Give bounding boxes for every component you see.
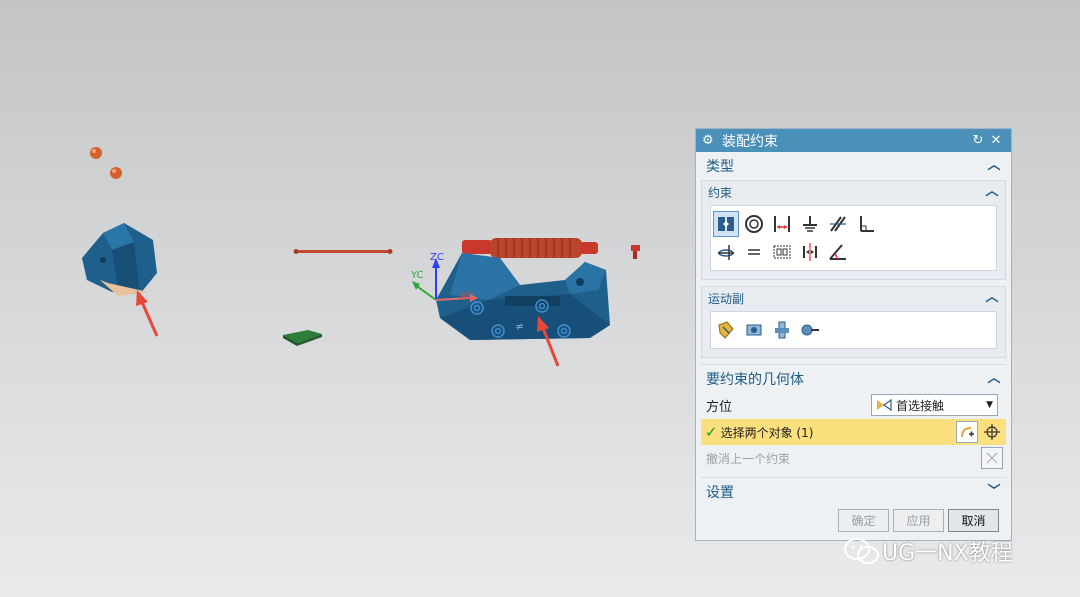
checkmark-icon: ✓ — [705, 423, 718, 441]
constraint-type-palette — [710, 205, 997, 271]
undo-last-row: 撤消上一个约束 — [696, 445, 1011, 471]
type-section-label: 类型 — [706, 159, 734, 175]
parallel-icon[interactable] — [825, 211, 851, 237]
dropdown-arrow-icon[interactable]: ▼ — [986, 400, 993, 410]
undo-constraint-icon[interactable] — [981, 447, 1003, 469]
ball-part-2[interactable] — [110, 167, 122, 179]
close-icon[interactable]: ✕ — [987, 133, 1005, 148]
select-objects-row[interactable]: ✓ 选择两个对象 (1) — [701, 419, 1006, 445]
angle-icon[interactable] — [825, 239, 851, 265]
orientation-select[interactable]: 首选接触 ▼ — [871, 394, 998, 416]
wechat-logo-icon — [844, 538, 879, 564]
bond-icon[interactable] — [741, 239, 767, 265]
triad-zc-label: ZC — [430, 252, 444, 263]
chevron-down-icon[interactable]: ﹀ — [987, 485, 1001, 499]
vise-body-part[interactable]: ≠ — [436, 238, 610, 340]
motion-joint-palette — [710, 311, 997, 349]
touch-align-icon[interactable] — [713, 211, 739, 237]
rod-part[interactable] — [293, 249, 393, 254]
joint-ball-icon[interactable] — [797, 317, 823, 343]
distance-icon[interactable] — [769, 211, 795, 237]
geometry-section-header[interactable]: 要约束的几何体 ︿ — [696, 365, 1011, 393]
geometry-section-label: 要约束的几何体 — [706, 372, 804, 388]
constraint-subgroup-label: 约束 — [708, 185, 733, 200]
watermark-text: UG一NX教程 — [882, 541, 1013, 566]
orientation-value: 首选接触 — [896, 398, 945, 413]
orientation-row: 方位 首选接触 ▼ — [696, 393, 1011, 417]
motion-subgroup: 运动副 ︿ — [701, 286, 1006, 358]
pad-part[interactable] — [283, 330, 322, 346]
center-icon[interactable] — [769, 239, 795, 265]
chevron-up-icon[interactable]: ︿ — [985, 291, 999, 305]
joint-cylinder-icon[interactable] — [769, 317, 795, 343]
ok-button[interactable]: 确定 — [838, 509, 889, 532]
fix-icon[interactable] — [797, 211, 823, 237]
chevron-up-icon[interactable]: ︿ — [985, 185, 999, 199]
triad-xc-label: XC — [460, 291, 473, 302]
constraint-subgroup-header[interactable]: 约束 ︿ — [702, 181, 1005, 203]
ball-part-1[interactable] — [90, 147, 102, 159]
cancel-button[interactable]: 取消 — [948, 509, 999, 532]
triad-yc-label: YC — [410, 270, 424, 281]
orientation-label: 方位 — [706, 399, 733, 415]
select-objects-label: 选择两个对象 (1) — [720, 425, 814, 440]
joint-hinge-icon[interactable] — [713, 317, 739, 343]
dialog-title: 装配约束 — [722, 133, 778, 150]
add-selection-icon[interactable] — [956, 421, 978, 443]
screw-part[interactable] — [631, 245, 640, 259]
red-arrow-left — [136, 290, 159, 337]
motion-subgroup-header[interactable]: 运动副 ︿ — [702, 287, 1005, 309]
watermark: UG一NX教程 — [842, 535, 1013, 567]
dialog-title-bar[interactable]: ⚙ 装配约束 ↻ ✕ — [696, 129, 1011, 152]
reset-icon[interactable]: ↻ — [969, 133, 987, 148]
joint-slider-icon[interactable] — [741, 317, 767, 343]
motion-subgroup-label: 运动副 — [708, 291, 745, 306]
settings-section-label: 设置 — [706, 485, 734, 501]
symmetric-icon[interactable] — [797, 239, 823, 265]
prefer-touch-icon — [877, 398, 892, 412]
type-section-header[interactable]: 类型 ︿ — [696, 152, 1011, 180]
point-dialog-icon[interactable] — [981, 421, 1003, 443]
constraint-subgroup: 约束 ︿ — [701, 180, 1006, 280]
jaw-part[interactable] — [82, 223, 157, 296]
svg-text:≠: ≠ — [515, 320, 524, 333]
apply-button[interactable]: 应用 — [893, 509, 944, 532]
chevron-up-icon[interactable]: ︿ — [987, 372, 1001, 386]
gear-icon: ⚙ — [702, 133, 714, 148]
perpendicular-icon[interactable] — [853, 211, 879, 237]
assembly-constraints-dialog: ⚙ 装配约束 ↻ ✕ 类型 ︿ 约束 ︿ 运动副 ︿ 要约束的几何体 ︿ 方位 … — [695, 128, 1012, 541]
settings-section-header[interactable]: 设置 ﹀ — [696, 478, 1011, 506]
fit-icon[interactable] — [713, 239, 739, 265]
undo-last-label: 撤消上一个约束 — [706, 451, 791, 466]
dialog-footer: 确定 应用 取消 — [696, 509, 1011, 532]
concentric-icon[interactable] — [741, 211, 767, 237]
chevron-up-icon[interactable]: ︿ — [987, 159, 1001, 173]
